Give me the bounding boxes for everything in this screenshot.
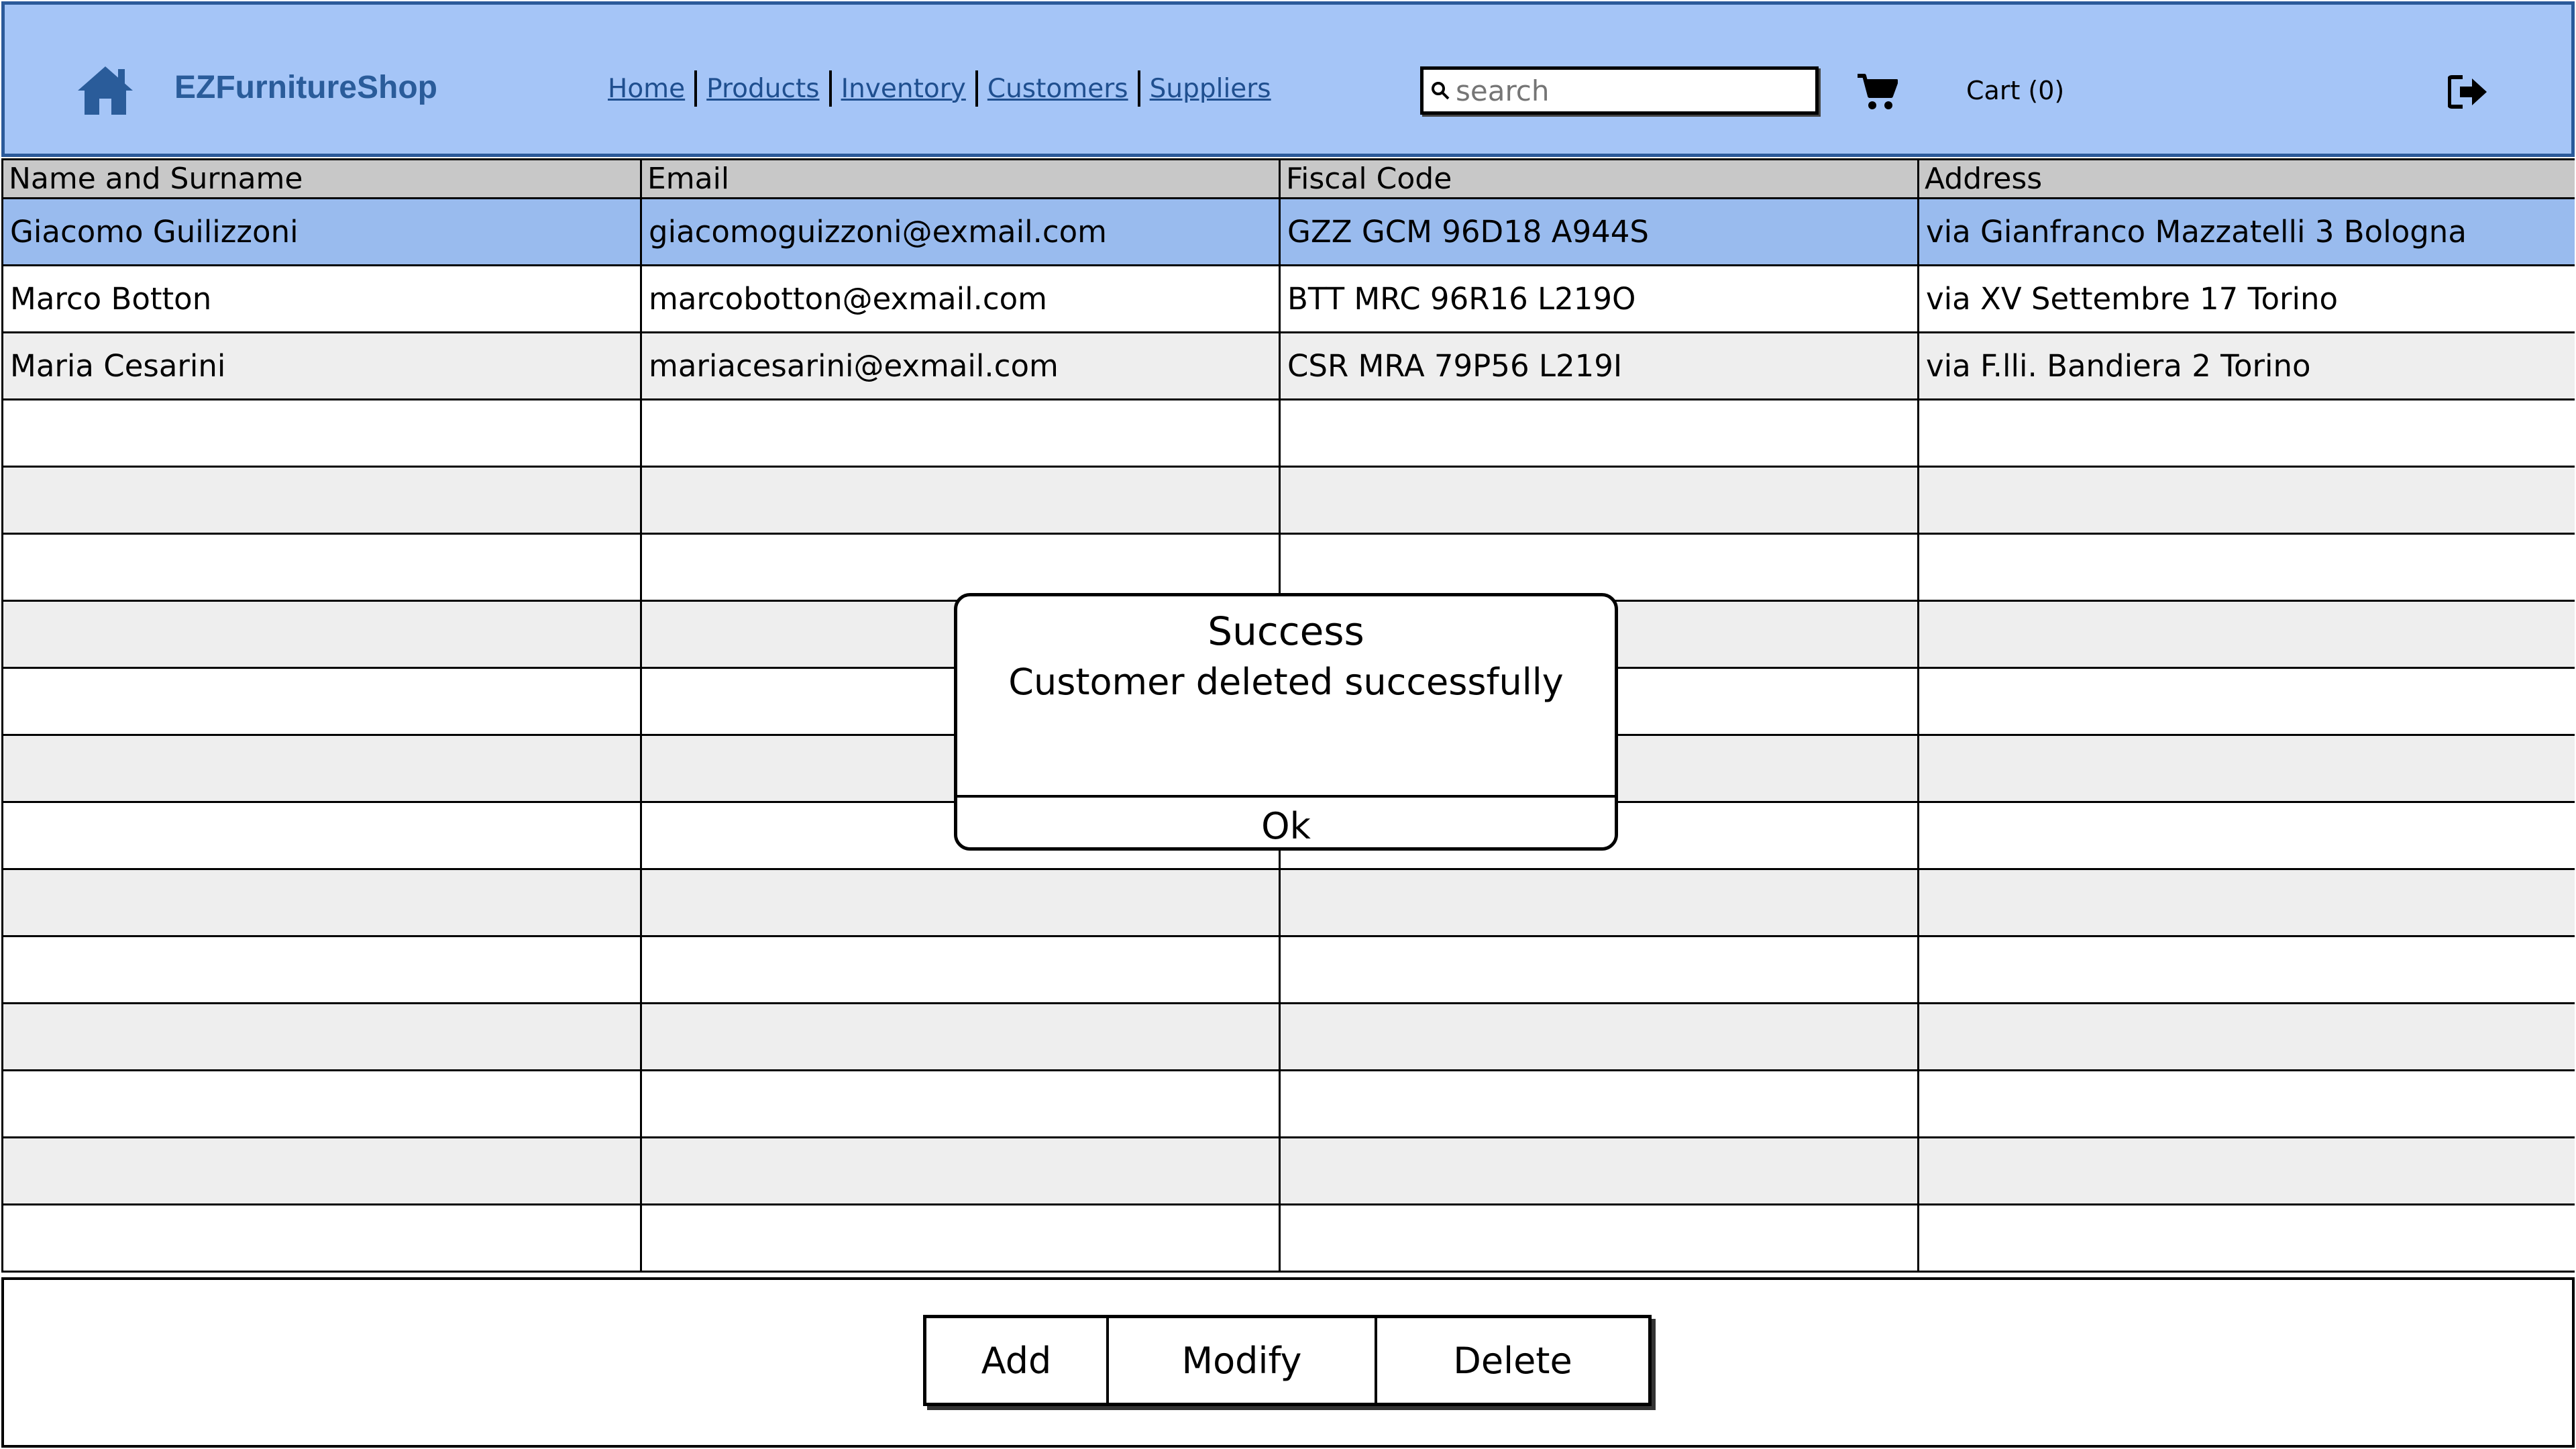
cell-empty <box>1 1002 642 1071</box>
header-bar: EZFurnitureShop Home Products Inventory … <box>1 1 2575 157</box>
add-button[interactable]: Add <box>926 1318 1109 1403</box>
cell-empty <box>1917 1203 2575 1273</box>
table-row[interactable]: Maria Cesarini mariacesarini@exmail.com … <box>1 331 2575 400</box>
cell-empty <box>1 600 642 669</box>
cell-empty <box>640 1136 1281 1205</box>
cell-empty <box>640 466 1281 535</box>
nav-home[interactable]: Home <box>598 74 694 104</box>
search-input[interactable] <box>1456 74 1811 107</box>
cell-empty <box>1 1203 642 1273</box>
nav-products[interactable]: Products <box>697 74 828 104</box>
logout-icon[interactable] <box>2448 74 2488 109</box>
cell-email: mariacesarini@exmail.com <box>640 331 1281 400</box>
column-header-address[interactable]: Address <box>1917 158 2575 199</box>
table-header-row: Name and Surname Email Fiscal Code Addre… <box>1 158 2575 199</box>
column-header-email[interactable]: Email <box>640 158 1281 199</box>
table-row-empty[interactable] <box>1 1203 2575 1273</box>
cell-address: via F.lli. Bandiera 2 Torino <box>1917 331 2575 400</box>
cell-empty <box>1917 1136 2575 1205</box>
nav-inventory[interactable]: Inventory <box>832 74 975 104</box>
dialog-title: Success <box>1208 608 1364 654</box>
delete-button[interactable]: Delete <box>1377 1318 1648 1403</box>
cell-empty <box>1 935 642 1004</box>
cell-email: giacomoguizzoni@exmail.com <box>640 197 1281 266</box>
nav-customers[interactable]: Customers <box>978 74 1138 104</box>
cell-empty <box>1917 398 2575 468</box>
table-row-empty[interactable] <box>1 868 2575 937</box>
cell-empty <box>640 533 1281 602</box>
cell-name: Maria Cesarini <box>1 331 642 400</box>
cart-label[interactable]: Cart (0) <box>1966 76 2064 105</box>
cell-fiscal-code: GZZ GCM 96D18 A944S <box>1279 197 1919 266</box>
cell-empty <box>1917 466 2575 535</box>
table-row-empty[interactable] <box>1 1136 2575 1205</box>
cell-empty <box>1 801 642 870</box>
main-nav: Home Products Inventory Customers Suppli… <box>598 70 1281 107</box>
cell-empty <box>640 935 1281 1004</box>
cell-empty <box>1279 935 1919 1004</box>
nav-suppliers[interactable]: Suppliers <box>1140 74 1281 104</box>
cell-empty <box>1 398 642 468</box>
table-row-empty[interactable] <box>1 398 2575 468</box>
cell-empty <box>1 1136 642 1205</box>
cell-fiscal-code: CSR MRA 79P56 L219I <box>1279 331 1919 400</box>
cell-empty <box>640 1069 1281 1138</box>
cell-address: via XV Settembre 17 Torino <box>1917 264 2575 333</box>
search-box[interactable] <box>1420 66 1819 115</box>
column-header-fiscal-code[interactable]: Fiscal Code <box>1279 158 1919 199</box>
cell-empty <box>1279 868 1919 937</box>
cell-empty <box>1917 801 2575 870</box>
cell-empty <box>1917 667 2575 736</box>
cell-empty <box>1 533 642 602</box>
cell-empty <box>1917 935 2575 1004</box>
table-row[interactable]: Giacomo Guilizzoni giacomoguizzoni@exmai… <box>1 197 2575 266</box>
table-row-empty[interactable] <box>1 533 2575 602</box>
cell-fiscal-code: BTT MRC 96R16 L219O <box>1279 264 1919 333</box>
table-row[interactable]: Marco Botton marcobotton@exmail.com BTT … <box>1 264 2575 333</box>
dialog-message: Customer deleted successfully <box>1008 661 1564 703</box>
cell-empty <box>1 466 642 535</box>
cell-empty <box>1279 1203 1919 1273</box>
cell-empty <box>1917 600 2575 669</box>
table-row-empty[interactable] <box>1 466 2575 535</box>
table-row-empty[interactable] <box>1 1069 2575 1138</box>
cell-empty <box>640 1002 1281 1071</box>
cell-empty <box>640 398 1281 468</box>
cell-empty <box>1 667 642 736</box>
cell-empty <box>1 734 642 803</box>
cell-empty <box>1917 734 2575 803</box>
dialog-ok-button[interactable]: Ok <box>957 795 1615 847</box>
cell-empty <box>1 1069 642 1138</box>
cell-empty <box>1279 1069 1919 1138</box>
success-dialog: Success Customer deleted successfully Ok <box>954 593 1618 851</box>
table-row-empty[interactable] <box>1 935 2575 1004</box>
column-header-name[interactable]: Name and Surname <box>1 158 642 199</box>
table-row-empty[interactable] <box>1 1002 2575 1071</box>
search-icon <box>1432 82 1450 100</box>
cell-empty <box>1279 1136 1919 1205</box>
action-button-group: Add Modify Delete <box>923 1315 1652 1406</box>
cell-email: marcobotton@exmail.com <box>640 264 1281 333</box>
brand-logo-text[interactable]: EZFurnitureShop <box>174 69 437 106</box>
cell-empty <box>640 868 1281 937</box>
cell-empty <box>1279 466 1919 535</box>
cell-empty <box>640 1203 1281 1273</box>
cell-empty <box>1917 868 2575 937</box>
cell-address: via Gianfranco Mazzatelli 3 Bologna <box>1917 197 2575 266</box>
cell-name: Marco Botton <box>1 264 642 333</box>
cell-empty <box>1917 533 2575 602</box>
cell-empty <box>1917 1002 2575 1071</box>
cell-empty <box>1279 398 1919 468</box>
cell-empty <box>1279 533 1919 602</box>
cart-icon[interactable] <box>1856 72 1898 111</box>
cell-name: Giacomo Guilizzoni <box>1 197 642 266</box>
cell-empty <box>1917 1069 2575 1138</box>
cell-empty <box>1279 1002 1919 1071</box>
cell-empty <box>1 868 642 937</box>
modify-button[interactable]: Modify <box>1109 1318 1377 1403</box>
home-icon[interactable] <box>75 64 136 116</box>
